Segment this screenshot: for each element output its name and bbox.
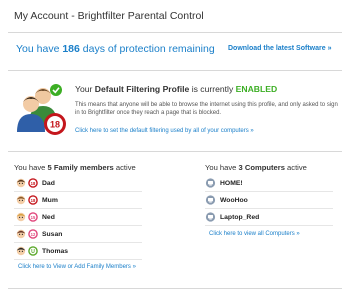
check-icon	[50, 84, 62, 96]
computers-count: 3 Computers	[238, 163, 285, 172]
age-rating-icon: 18	[28, 178, 38, 188]
protection-days: 186	[62, 43, 80, 55]
family-member-name: Thomas	[42, 247, 69, 255]
computer-item[interactable]: Laptop_Red	[205, 209, 333, 226]
family-member-item[interactable]: 15 Ned	[14, 209, 142, 226]
adult-avatar-icon	[16, 178, 26, 188]
family-heading-prefix: You have	[14, 163, 48, 172]
computer-icon	[205, 178, 216, 188]
family-member-list: 18 Dad 18 Mum 15 Ned 12 Susan U Thomas	[14, 175, 142, 260]
age-rating-text: U	[31, 249, 35, 255]
age-rating-icon: 15	[28, 212, 38, 222]
age-rating-icon: 18	[28, 195, 38, 205]
age-rating-text: 18	[31, 198, 36, 203]
family-member-name: Dad	[42, 179, 55, 187]
page-title: My Account - Brightfilter Parental Contr…	[14, 10, 204, 22]
child-avatar-icon	[16, 246, 26, 256]
computers-heading-suffix: active	[284, 163, 307, 172]
family-count: 5 Family members	[47, 163, 114, 172]
profile-heading: Your Default Filtering Profile is curren…	[75, 84, 277, 94]
computers-heading: You have 3 Computers active	[205, 163, 307, 172]
family-member-item[interactable]: U Thomas	[14, 243, 142, 260]
family-heading-suffix: active	[113, 163, 136, 172]
age-rating-icon: U	[28, 246, 38, 256]
computer-item[interactable]: WooHoo	[205, 192, 333, 209]
computers-heading-prefix: You have	[205, 163, 239, 172]
profile-description: This means that anyone will be able to b…	[75, 102, 338, 117]
child-avatar-icon	[16, 229, 26, 239]
family-member-item[interactable]: 12 Susan	[14, 226, 142, 243]
family-profile-icon: 18	[17, 84, 66, 135]
profile-heading-prefix: Your	[75, 84, 95, 94]
profile-name: Default Filtering Profile	[94, 84, 190, 94]
profile-status: ENABLED	[235, 84, 278, 94]
family-member-name: Susan	[42, 230, 63, 238]
protection-prefix: You have	[16, 43, 63, 55]
divider	[8, 288, 342, 289]
computer-item[interactable]: HOME!	[205, 175, 333, 192]
divider	[8, 32, 342, 33]
age-rating-text: 12	[31, 232, 36, 237]
adult-avatar-icon	[16, 195, 26, 205]
profile-heading-middle: is currently	[189, 84, 236, 94]
family-member-item[interactable]: 18 Dad	[14, 175, 142, 192]
computer-name: Laptop_Red	[220, 213, 260, 221]
divider	[8, 70, 342, 71]
set-default-filtering-link[interactable]: Click here to set the default filtering …	[75, 128, 254, 134]
family-heading: You have 5 Family members active	[14, 163, 136, 172]
protection-status: You have 186 days of protection remainin…	[16, 43, 215, 55]
computer-name: HOME!	[220, 179, 243, 187]
computer-name: WooHoo	[220, 196, 248, 204]
view-computers-link[interactable]: Click here to view all Computers »	[209, 231, 300, 237]
family-member-name: Ned	[42, 213, 55, 221]
divider	[8, 151, 342, 152]
age-rating-text: 15	[31, 215, 36, 220]
computer-icon	[205, 212, 216, 222]
computer-icon	[205, 195, 216, 205]
view-family-members-link[interactable]: Click here to View or Add Family Members…	[18, 264, 136, 270]
age-rating-badge-text: 18	[50, 120, 60, 130]
download-software-link[interactable]: Download the latest Software »	[228, 45, 331, 52]
protection-suffix: days of protection remaining	[79, 43, 215, 55]
child-avatar-icon	[16, 212, 26, 222]
age-rating-text: 18	[31, 181, 36, 186]
computer-list: HOME! WooHoo Laptop_Red	[205, 175, 333, 226]
family-member-name: Mum	[42, 196, 58, 204]
family-member-item[interactable]: 18 Mum	[14, 192, 142, 209]
age-rating-icon: 12	[28, 229, 38, 239]
